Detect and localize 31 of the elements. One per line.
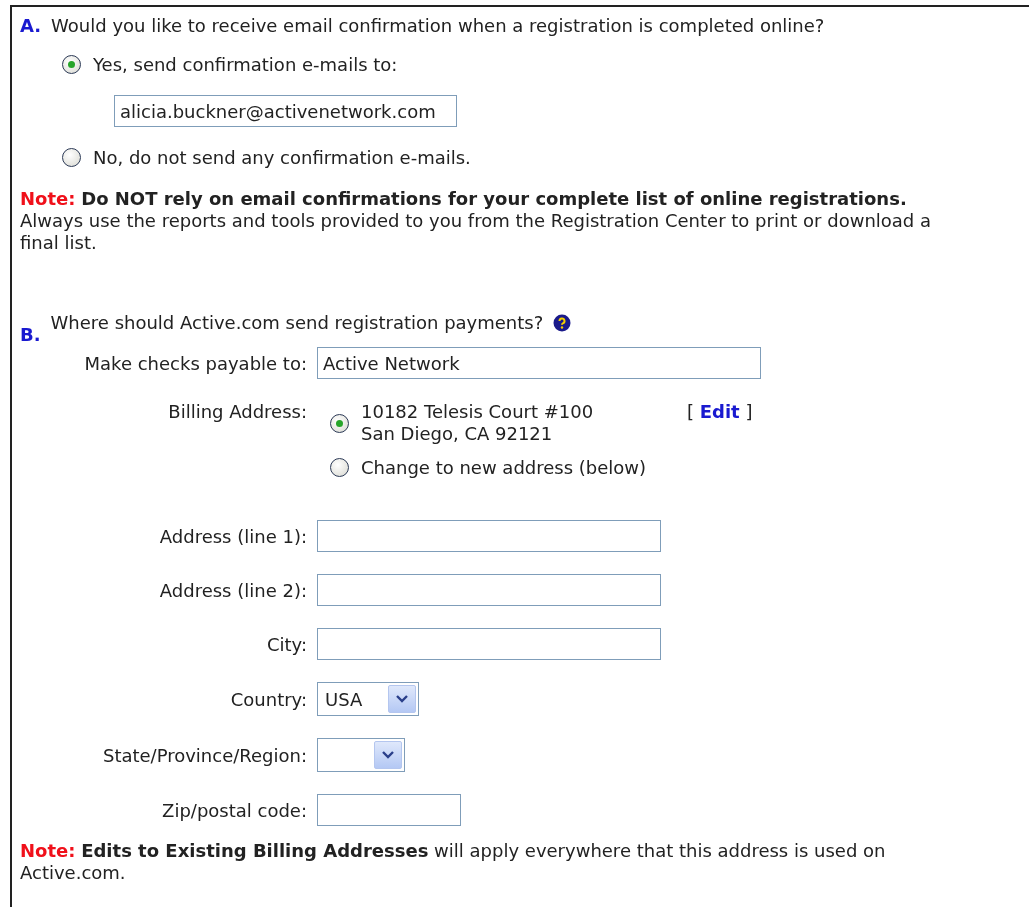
payee-field[interactable]: Active Network xyxy=(317,347,761,379)
radio-button[interactable] xyxy=(330,458,349,477)
edit-link[interactable]: [ Edit ] xyxy=(687,401,753,422)
section-letter: A. xyxy=(20,15,42,36)
field-label: City: xyxy=(266,633,307,655)
radio-button[interactable] xyxy=(62,148,81,167)
section-letter: B. xyxy=(20,324,41,345)
radio-button[interactable] xyxy=(330,413,349,433)
note-text: Note: Edits to Existing Billing Addresses will apply everywhere that this address is used on Active.com. xyxy=(20,840,886,884)
option-label: No, do not send any confirmation e-mails. xyxy=(93,147,471,168)
option-label: Change to new address (below) xyxy=(361,457,647,478)
field-label: Country: xyxy=(230,688,307,710)
note-text: Note: Do NOT rely on email confirmations for your complete list of online registrations. Always use the reports and tools provided to you from the Registration Center to print or download a final list. xyxy=(20,188,931,254)
field-label: Make checks payable to: xyxy=(84,352,307,374)
radio-button[interactable] xyxy=(62,55,81,74)
dropdown[interactable]: USA xyxy=(317,682,419,716)
help-icon[interactable] xyxy=(553,313,572,332)
field-label: Zip/postal code: xyxy=(162,799,307,821)
option-label: Yes, send confirmation e-mails to: xyxy=(93,54,398,75)
field-label: Billing Address: xyxy=(168,401,307,422)
input-field[interactable] xyxy=(317,794,461,826)
question-text: Would you like to receive email confirmation when a registration is completed online? xyxy=(51,15,825,36)
address-text: 10182 Telesis Court #100 San Diego, CA 92121 xyxy=(361,401,595,445)
input-field[interactable] xyxy=(317,628,661,660)
field-label: State/Province/Region: xyxy=(102,744,307,766)
question-text: Where should Active.com send registration payments? xyxy=(50,312,544,333)
input-field[interactable] xyxy=(317,574,661,606)
field-label: Address (line 2): xyxy=(159,579,307,601)
email-field[interactable]: alicia.buckner@activenetwork.com xyxy=(114,95,457,127)
input-field[interactable] xyxy=(317,520,661,552)
field-label: Address (line 1): xyxy=(159,525,307,547)
